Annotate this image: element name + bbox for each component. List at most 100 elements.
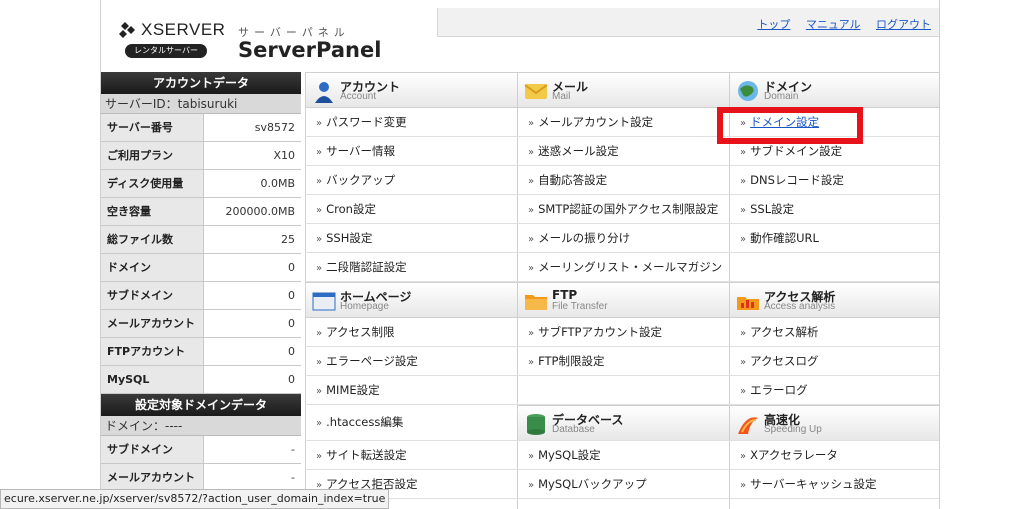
menu-item[interactable]: » メーリングリスト・メールマガジン	[517, 253, 729, 281]
menu-item[interactable]: » SSH設定	[305, 224, 517, 252]
menu-item[interactable]: » メールの振り分け	[517, 224, 729, 252]
menu-item[interactable]: » 自動応答設定	[517, 166, 729, 194]
xserver-logo-icon	[119, 22, 135, 38]
menu-item[interactable]: » Xアクセラレータ	[729, 441, 939, 469]
menu-item[interactable]: » サーバー情報	[305, 137, 517, 165]
menu-item[interactable]: » アクセス制限	[305, 318, 517, 346]
menu-item[interactable]: » サブFTPアカウント設定	[517, 318, 729, 346]
empty-cell	[729, 499, 939, 509]
highlight-box	[717, 107, 863, 144]
section-title: FTP	[552, 288, 578, 302]
manual-link[interactable]: マニュアル	[806, 18, 861, 31]
account-row: メールアカウント -	[101, 464, 301, 492]
section-subtitle: Speeding Up	[764, 424, 822, 435]
menu-row: » アクセス制限» サブFTPアカウント設定» アクセス解析	[305, 318, 939, 347]
menu-item[interactable]: » 動作確認URL	[729, 224, 939, 252]
account-row: サブドメイン -	[101, 436, 301, 464]
section-subtitle: File Transfer	[552, 301, 608, 312]
row-label: ディスク使用量	[101, 170, 204, 197]
menu-item-label: Xアクセラレータ	[750, 448, 838, 462]
menu-item[interactable]: » サイト転送設定	[305, 441, 517, 469]
row-label: ご利用プラン	[101, 142, 204, 169]
section-subtitle: Mail	[552, 91, 571, 102]
menu-item[interactable]: » MySQLバックアップ	[517, 470, 729, 498]
account-row: メールアカウント 0	[101, 310, 301, 338]
menu-item[interactable]: » エラーページ設定	[305, 347, 517, 375]
arrow-icon: »	[528, 328, 535, 339]
menu-item[interactable]: » SSL設定	[729, 195, 939, 223]
menu-item[interactable]: » DNSレコード設定	[729, 166, 939, 194]
account-icon	[315, 82, 333, 103]
menu-item[interactable]: » MySQL設定	[517, 441, 729, 469]
top-link[interactable]: トップ	[757, 18, 790, 31]
logout-link[interactable]: ログアウト	[876, 18, 931, 31]
section-header: アカウント Account	[305, 73, 517, 107]
row-label: サブドメイン	[101, 282, 204, 309]
row-value: 0	[288, 317, 295, 330]
menu-item[interactable]: » バックアップ	[305, 166, 517, 194]
menu-row: » エラーページ設定» FTP制限設定» アクセスログ	[305, 347, 939, 376]
menu-item[interactable]: » FTP制限設定	[517, 347, 729, 375]
panel-title: ServerPanel	[238, 38, 382, 62]
arrow-icon: »	[316, 234, 323, 245]
account-row: FTPアカウント 0	[101, 338, 301, 366]
account-data-heading: アカウントデータ	[101, 72, 301, 94]
menu-item[interactable]: » アクセスログ	[729, 347, 939, 375]
menu-item[interactable]: » SMTP認証の国外アクセス制限設定	[517, 195, 729, 223]
section-subtitle: Access analysis	[764, 301, 836, 312]
menu-item[interactable]: » 迷惑メール設定	[517, 137, 729, 165]
row-value: X10	[273, 149, 295, 162]
arrow-icon: »	[316, 263, 323, 274]
menu-item[interactable]: » .htaccess編集	[305, 405, 517, 440]
section-header: ドメイン Domain	[729, 73, 939, 107]
menu-item-label: SSH設定	[326, 231, 373, 245]
account-row: ディスク使用量 0.0MB	[101, 170, 301, 198]
row-label: メールアカウント	[101, 310, 204, 337]
arrow-icon: »	[528, 357, 535, 368]
arrow-icon: »	[316, 118, 323, 129]
analysis-icon	[737, 297, 759, 310]
top-nav-bar: トップ マニュアル ログアウト	[437, 8, 939, 37]
menu-item-label: エラーログ	[750, 383, 808, 397]
logo-text: XSERVER	[141, 20, 226, 39]
menu-item-label: サーバー情報	[326, 144, 396, 158]
section-header: データベース Database	[517, 405, 729, 440]
server-id: サーバーID：tabisuruki	[101, 94, 301, 114]
menu-item[interactable]: » 二段階認証設定	[305, 253, 517, 281]
menu-item[interactable]: » アクセス解析	[729, 318, 939, 346]
arrow-icon: »	[316, 176, 323, 187]
top-links: トップ マニュアル ログアウト	[745, 16, 931, 32]
rental-server-badge: レンタルサーバー	[125, 44, 207, 58]
domain-icon	[738, 81, 758, 101]
arrow-icon: »	[528, 147, 535, 158]
menu-item-label: 動作確認URL	[750, 231, 819, 245]
menu-item-label: メーリングリスト・メールマガジン	[538, 260, 723, 274]
menu-item[interactable]: » パスワード変更	[305, 108, 517, 136]
menu-item-label: .htaccess編集	[326, 415, 404, 429]
section-subtitle: Database	[552, 424, 595, 435]
menu-item-label: SSL設定	[750, 202, 795, 216]
section-header: メール Mail	[517, 73, 729, 107]
row-value: sv8572	[254, 121, 295, 134]
account-row: サーバー番号 sv8572	[101, 114, 301, 142]
menu-item[interactable]: » MIME設定	[305, 376, 517, 404]
section-subtitle: Account	[340, 91, 377, 102]
menu-item[interactable]: » エラーログ	[729, 376, 939, 404]
arrow-icon: »	[740, 480, 747, 491]
menu-item[interactable]: » メールアカウント設定	[517, 108, 729, 136]
section-header: FTP File Transfer	[517, 283, 729, 317]
menu-row: » MIME設定 » エラーログ	[305, 376, 939, 405]
section-header: ホームページ Homepage	[305, 283, 517, 317]
empty-cell	[517, 499, 729, 509]
menu-item[interactable]: » Cron設定	[305, 195, 517, 223]
arrow-icon: »	[528, 118, 535, 129]
menu-item-label: SMTP認証の国外アクセス制限設定	[538, 202, 719, 216]
arrow-icon: »	[528, 205, 535, 216]
row-value: 200000.0MB	[225, 205, 295, 218]
menu-item[interactable]: » サーバーキャッシュ設定	[729, 470, 939, 498]
menu-item-label: DNSレコード設定	[750, 173, 844, 187]
row-value: -	[291, 471, 295, 484]
menu-item-label: Cron設定	[326, 202, 376, 216]
section-subtitle: Domain	[764, 91, 799, 102]
row-value: 0	[288, 345, 295, 358]
